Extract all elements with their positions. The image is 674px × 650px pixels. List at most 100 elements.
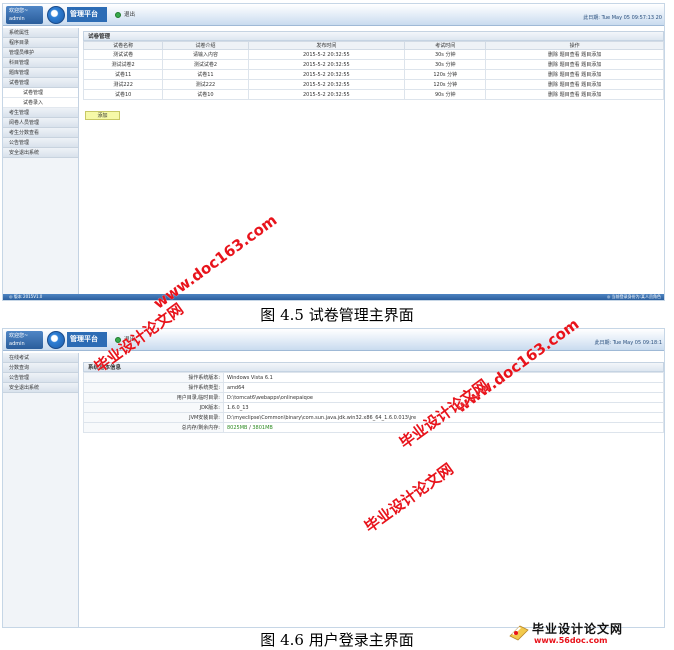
status-bar: ◎ 版本 2015V1.0 ◎ 当前登录身份为:某人员角色 bbox=[3, 294, 664, 300]
cell-name: 试卷11 bbox=[82, 69, 164, 80]
sidebar-item-question-bank[interactable]: 题库管理 bbox=[3, 68, 78, 78]
sidebar-item-subject-management[interactable]: 科目管理 bbox=[3, 58, 78, 68]
cell-publish-time: 2015-5-2 20:32:55 bbox=[247, 49, 406, 60]
info-key: 总内存/剩余内存: bbox=[83, 422, 224, 433]
sidebar-item-system-properties[interactable]: 系统属性 bbox=[3, 28, 78, 38]
pencil-paper-icon bbox=[509, 625, 529, 641]
cell-intro: 测试试卷2 bbox=[162, 59, 249, 70]
status-version: ◎ 版本 2015V1.0 bbox=[9, 294, 43, 299]
exit-button[interactable]: 退出 bbox=[113, 10, 138, 20]
paper-table: 试卷名称 试卷介绍 发布时间 考试时间 操作 测试试卷 请输入内容 2015-5… bbox=[82, 41, 664, 100]
cell-intro: 试卷10 bbox=[162, 89, 249, 100]
cell-intro: 试卷11 bbox=[162, 69, 249, 80]
sidebar-subitem-paper-entry[interactable]: 试卷录入 bbox=[3, 98, 78, 108]
exit-label: 退出 bbox=[124, 12, 136, 18]
cell-exam-time: 120s 分钟 bbox=[404, 69, 487, 80]
sidebar-item-online-exam[interactable]: 在线考试 bbox=[3, 353, 78, 363]
column-header: 试卷名称 bbox=[82, 41, 164, 50]
platform-logo-icon bbox=[47, 6, 65, 24]
memory-separator: / bbox=[249, 424, 251, 431]
sidebar-item-grader-management[interactable]: 阅卷人员管理 bbox=[3, 118, 78, 128]
row-action-links[interactable]: 删除 题目查看 题目添加 bbox=[485, 59, 664, 70]
status-login-role: ◎ 当前登录身份为:某人员角色 bbox=[606, 294, 661, 299]
top-banner: 欢迎您~ admin 管理平台 退出 此日期: Tue May 05 09:57… bbox=[3, 4, 664, 26]
table-row: 测试试卷2 测试试卷2 2015-5-2 20:32:55 30s 分钟 删除 … bbox=[82, 59, 664, 70]
info-key: 用户目录,临时目录: bbox=[83, 392, 224, 403]
cell-exam-time: 120s 分钟 bbox=[404, 79, 487, 90]
memory-total: 8025MB bbox=[227, 424, 248, 431]
row-action-links[interactable]: 删除 题目查看 题目添加 bbox=[485, 89, 664, 100]
sidebar-item-program-directory[interactable]: 程序目录 bbox=[3, 38, 78, 48]
info-value: Windows Vista 6.1 bbox=[223, 372, 664, 383]
sidebar-item-logout[interactable]: 安全退出系统 bbox=[3, 383, 78, 393]
welcome-badge: 欢迎您~ admin bbox=[6, 6, 43, 24]
info-row: 操作系统版本: Windows Vista 6.1 bbox=[83, 372, 664, 383]
info-key: JDK版本: bbox=[83, 402, 224, 413]
sidebar-menu: 在线考试 分数查询 公告管理 安全退出系统 bbox=[3, 353, 79, 627]
site-logo-url: www.56doc.com bbox=[534, 636, 608, 645]
datetime-label: 此日期: Tue May 05 09:57:13 20 bbox=[583, 15, 662, 21]
cell-exam-time: 30s 分钟 bbox=[404, 49, 487, 60]
row-action-links[interactable]: 删除 题目查看 题目添加 bbox=[485, 49, 664, 60]
username-label: admin bbox=[9, 16, 25, 22]
table-row: 试卷11 试卷11 2015-5-2 20:32:55 120s 分钟 删除 题… bbox=[82, 69, 664, 80]
sidebar-item-paper-management[interactable]: 试卷管理 bbox=[3, 78, 78, 88]
welcome-badge: 欢迎您~ admin bbox=[6, 331, 43, 349]
panel-title: 系统基本信息 bbox=[83, 362, 664, 372]
sidebar-item-admin-maintenance[interactable]: 管理员维护 bbox=[3, 48, 78, 58]
main-content: 试卷管理 试卷名称 试卷介绍 发布时间 考试时间 操作 测试试卷 请输入内容 2… bbox=[82, 31, 664, 300]
info-row: 操作系统类型: amd64 bbox=[83, 382, 664, 393]
welcome-text: 欢迎您~ bbox=[9, 8, 29, 14]
sidebar-item-logout[interactable]: 安全退出系统 bbox=[3, 148, 78, 158]
info-row: JVM安装目录: D:\myeclipse\Common\binary\com.… bbox=[83, 412, 664, 423]
panel-title: 试卷管理 bbox=[83, 31, 664, 41]
table-row: 试卷10 试卷10 2015-5-2 20:32:55 90s 分钟 删除 题目… bbox=[82, 89, 664, 100]
site-logo: 毕业设计论文网 www.56doc.com bbox=[508, 620, 664, 648]
sidebar-item-notice-management[interactable]: 公告管理 bbox=[3, 373, 78, 383]
table-row: 测试试卷 请输入内容 2015-5-2 20:32:55 30s 分钟 删除 题… bbox=[82, 49, 664, 60]
brand-title: 管理平台 bbox=[67, 7, 107, 22]
cell-name: 试卷10 bbox=[82, 89, 164, 100]
table-header-row: 试卷名称 试卷介绍 发布时间 考试时间 操作 bbox=[82, 41, 664, 50]
info-row: 用户目录,临时目录: D:\tomcat6\webapps\onlinepaiq… bbox=[83, 392, 664, 403]
cell-intro: 请输入内容 bbox=[162, 49, 249, 60]
sidebar-menu: 系统属性 程序目录 管理员维护 科目管理 题库管理 试卷管理 试卷管理 试卷录入… bbox=[3, 28, 79, 300]
platform-logo-icon bbox=[47, 331, 65, 349]
cell-exam-time: 30s 分钟 bbox=[404, 59, 487, 70]
cell-publish-time: 2015-5-2 20:32:55 bbox=[247, 89, 406, 100]
add-paper-button[interactable]: 添加 bbox=[85, 111, 120, 120]
cell-name: 测试试卷2 bbox=[82, 59, 164, 70]
sidebar-item-score-query[interactable]: 分数查询 bbox=[3, 363, 78, 373]
column-header: 考试时间 bbox=[404, 41, 487, 50]
info-key: 操作系统类型: bbox=[83, 382, 224, 393]
cell-exam-time: 90s 分钟 bbox=[404, 89, 487, 100]
sidebar-subitem-paper-management[interactable]: 试卷管理 bbox=[3, 88, 78, 98]
table-row: 测试222 测试222 2015-5-2 20:32:55 120s 分钟 删除… bbox=[82, 79, 664, 90]
cell-publish-time: 2015-5-2 20:32:55 bbox=[247, 79, 406, 90]
sidebar-item-notice-management[interactable]: 公告管理 bbox=[3, 138, 78, 148]
cell-intro: 测试222 bbox=[162, 79, 249, 90]
welcome-text: 欢迎您~ bbox=[9, 333, 29, 339]
row-action-links[interactable]: 删除 题目查看 题目添加 bbox=[485, 79, 664, 90]
cell-publish-time: 2015-5-2 20:32:55 bbox=[247, 59, 406, 70]
memory-free: 3801MB bbox=[252, 424, 273, 431]
exit-icon bbox=[115, 12, 121, 18]
info-value: amd64 bbox=[223, 382, 664, 393]
info-key: JVM安装目录: bbox=[83, 412, 224, 423]
info-row: JDK版本: 1.6.0_13 bbox=[83, 402, 664, 413]
system-info-table: 操作系统版本: Windows Vista 6.1 操作系统类型: amd64 … bbox=[83, 372, 664, 433]
username-label: admin bbox=[9, 341, 25, 347]
column-header: 操作 bbox=[485, 41, 664, 50]
sidebar-item-score-view[interactable]: 考生分数查看 bbox=[3, 128, 78, 138]
screenshot-exam-management: 欢迎您~ admin 管理平台 退出 此日期: Tue May 05 09:57… bbox=[2, 3, 665, 301]
sidebar-item-student-management[interactable]: 考生管理 bbox=[3, 108, 78, 118]
brand-title: 管理平台 bbox=[67, 332, 107, 347]
info-row-memory: 总内存/剩余内存: 8025MB / 3801MB bbox=[83, 422, 664, 433]
site-logo-title: 毕业设计论文网 bbox=[532, 622, 624, 636]
column-header: 试卷介绍 bbox=[162, 41, 249, 50]
cell-name: 测试222 bbox=[82, 79, 164, 90]
cell-publish-time: 2015-5-2 20:32:55 bbox=[247, 69, 406, 80]
column-header: 发布时间 bbox=[247, 41, 406, 50]
row-action-links[interactable]: 删除 题目查看 题目添加 bbox=[485, 69, 664, 80]
cell-name: 测试试卷 bbox=[82, 49, 164, 60]
